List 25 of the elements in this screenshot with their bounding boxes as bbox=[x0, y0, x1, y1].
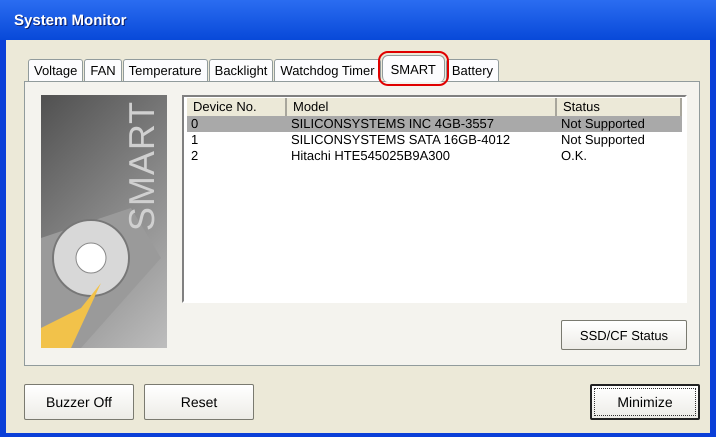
action-button[interactable]: Minimize bbox=[590, 384, 700, 420]
ssd-status-button[interactable]: SSD/CF Status bbox=[561, 320, 687, 350]
table-cell-text: 1 bbox=[190, 132, 200, 148]
image-caption: SMART bbox=[120, 100, 163, 232]
action-button[interactable]: Reset bbox=[144, 384, 254, 420]
table-cell-text: O.K. bbox=[560, 148, 588, 164]
table-cell-text: 0 bbox=[190, 116, 200, 132]
table-row[interactable]: 2 Hitachi HTE545025B9A300 O.K. bbox=[187, 148, 682, 164]
tab[interactable]: Backlight bbox=[208, 59, 274, 81]
table-row[interactable]: 1 SILICONSYSTEMS SATA 16GB-4012 Not Supported bbox=[187, 132, 682, 148]
tab[interactable]: Watchdog Timer bbox=[274, 59, 381, 81]
action-button[interactable]: Buzzer Off bbox=[24, 384, 134, 420]
window-title: System Monitor bbox=[14, 12, 127, 28]
table-cell-text: SILICONSYSTEMS INC 4GB-3557 bbox=[290, 116, 496, 132]
table-cell-text: SILICONSYSTEMS SATA 16GB-4012 bbox=[290, 132, 512, 148]
table-cell-text: Hitachi HTE545025B9A300 bbox=[290, 148, 451, 164]
tab[interactable]: FAN bbox=[84, 59, 122, 81]
table-cell-text: Not Supported bbox=[560, 132, 646, 148]
table-row[interactable]: 0 SILICONSYSTEMS INC 4GB-3557 Not Supported bbox=[187, 116, 682, 132]
table-cell-text: 2 bbox=[190, 148, 200, 164]
tab[interactable]: Voltage bbox=[28, 59, 84, 81]
device-list[interactable]: Device No. Model Status 0 SILICONSYSTEMS INC 4GB-3557 Not Supported 1 SILICONSYSTEMS SATA 16GB-4012 Not Supported 2 Hitachi HTE545025B9A300 O.K. bbox=[182, 95, 687, 303]
table-cell-text: Not Supported bbox=[560, 116, 646, 132]
tab[interactable]: Temperature bbox=[122, 59, 208, 81]
tab[interactable]: Battery bbox=[446, 59, 500, 81]
